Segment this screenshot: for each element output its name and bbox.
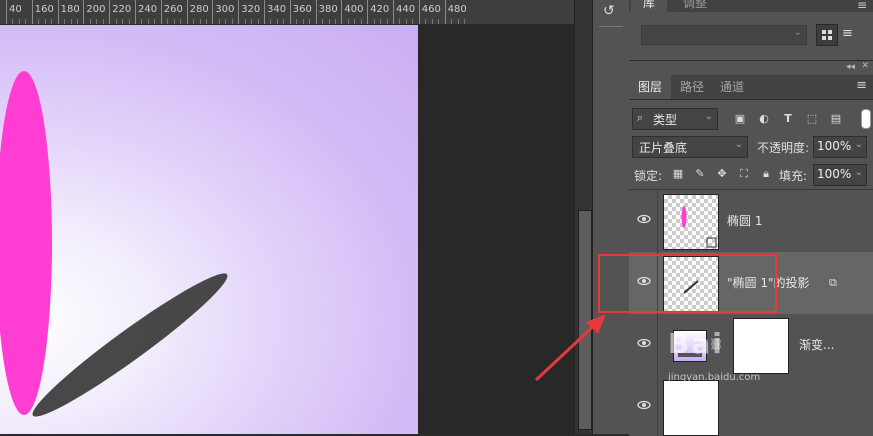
watermark-sub: jingyan.baidu.com (668, 372, 761, 383)
watermark: Bai 经 (668, 327, 766, 360)
annotation-arrow (534, 314, 606, 382)
